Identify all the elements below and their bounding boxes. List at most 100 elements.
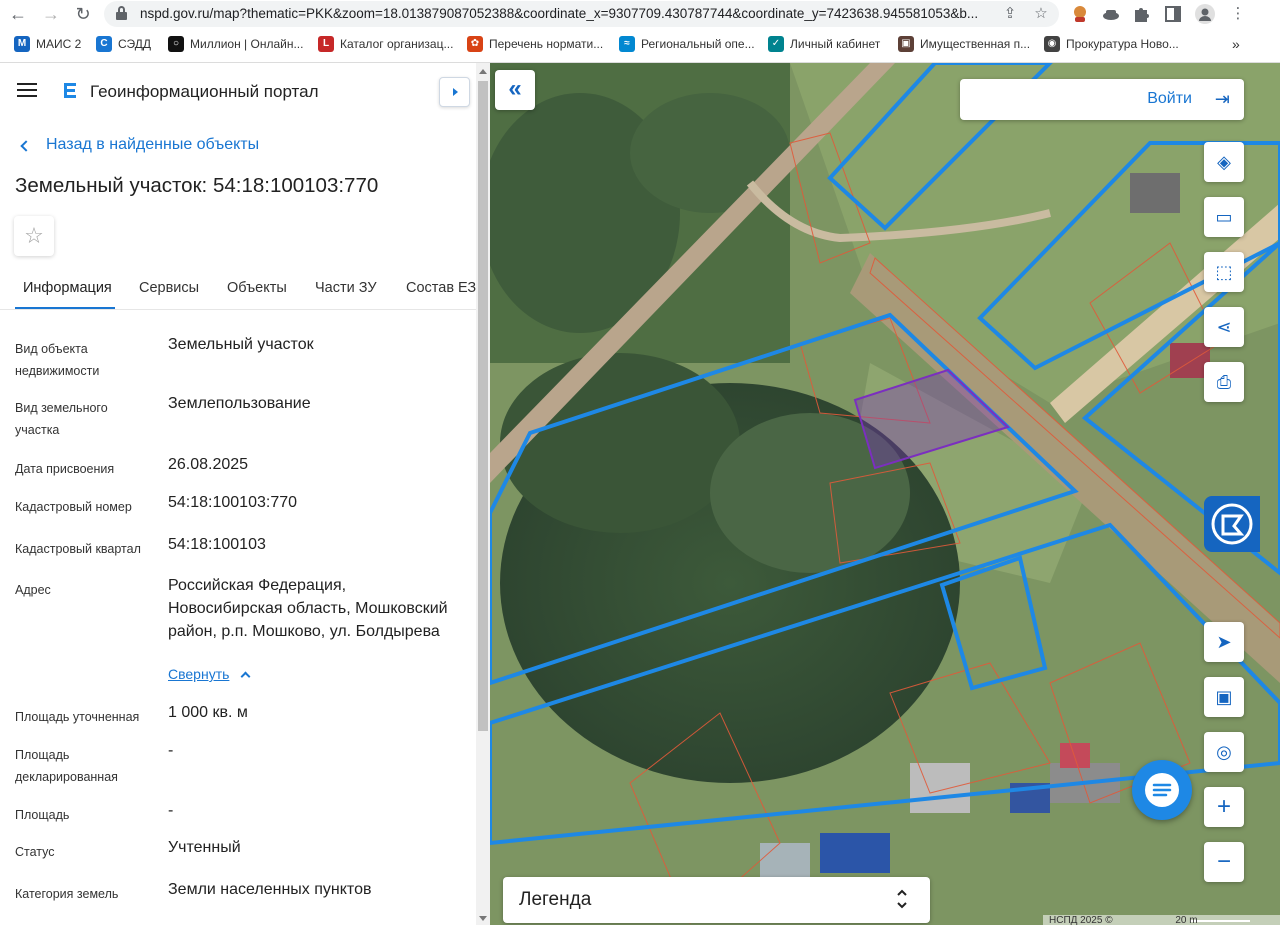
side-panel-icon[interactable] xyxy=(1163,4,1183,24)
property-value: Российская Федерация, Новосибирская обла… xyxy=(168,577,448,640)
scrollbar-thumb[interactable] xyxy=(478,81,488,731)
property-key: Кадастровый номер xyxy=(15,500,132,514)
active-tab-indicator xyxy=(15,307,115,309)
tab-objects[interactable]: Объекты xyxy=(227,280,287,296)
bookmark-favicon-icon: ◉ xyxy=(1044,36,1060,52)
info-tabs: Информация Сервисы Объекты Части ЗУ Сост… xyxy=(0,269,476,310)
address-bar[interactable]: nspd.gov.ru/map?thematic=PKK&zoom=18.013… xyxy=(104,1,1059,27)
browser-toolbar: ← → ↻ nspd.gov.ru/map?thematic=PKK&zoom=… xyxy=(0,0,1280,28)
collapse-panel-button[interactable]: « xyxy=(495,70,535,110)
reload-icon[interactable]: ↻ xyxy=(71,2,95,26)
info-panel: Геоинформационный портал Назад в найденн… xyxy=(0,63,490,925)
bookmark-star-icon[interactable]: ☆ xyxy=(1032,5,1050,23)
property-value: Учтенный xyxy=(168,839,241,856)
bookmark-favicon-icon: L xyxy=(318,36,334,52)
property-key: Статус xyxy=(15,845,55,859)
bookmark-item[interactable]: ▣ Имущественная п... xyxy=(898,33,1030,55)
property-value: Землепользование xyxy=(168,395,311,412)
chat-icon[interactable] xyxy=(1132,760,1192,820)
menu-hamburger-icon[interactable] xyxy=(17,83,37,97)
tab-composition[interactable]: Состав ЕЗП xyxy=(406,280,476,296)
bookmark-favicon-icon: М xyxy=(14,36,30,52)
tabs-scroll-right-button[interactable] xyxy=(439,77,470,107)
bookmarks-bar: М МАИС 2 С СЭДД ○ Миллион | Онлайн... L Ката… xyxy=(0,33,1280,57)
scroll-down-icon[interactable] xyxy=(479,916,487,921)
collapse-address-link[interactable]: Свернуть xyxy=(168,666,229,682)
bookmark-item[interactable]: ✓ Личный кабинет xyxy=(768,33,880,55)
property-value: - xyxy=(168,742,174,759)
geolocation-icon[interactable]: ◎ xyxy=(1204,732,1244,772)
bookmark-item[interactable]: ✿ Перечень нормати... xyxy=(467,33,603,55)
property-key: Адрес xyxy=(15,583,51,597)
bookmark-item[interactable]: ○ Миллион | Онлайн... xyxy=(168,33,303,55)
legend-label: Легенда xyxy=(519,889,592,910)
minimap-icon[interactable]: ▣ xyxy=(1204,677,1244,717)
property-key: Кадастровый квартал xyxy=(15,542,141,556)
share-icon[interactable]: ⋖ xyxy=(1204,307,1244,347)
locate-icon[interactable]: ➤ xyxy=(1204,622,1244,662)
bookmark-item[interactable]: ≈ Региональный опе... xyxy=(619,33,755,55)
map-view[interactable]: « Войти ⇥ ◈ ▭ ⬚ ⋖ ⎙ ➤ ▣ ◎ + − Легенда НС… xyxy=(490,63,1280,925)
portal-logo-icon xyxy=(60,80,80,100)
bookmark-favicon-icon: ✿ xyxy=(467,36,483,52)
property-key: Вид земельного участка xyxy=(15,401,108,437)
zoom-in-icon[interactable]: + xyxy=(1204,787,1244,827)
login-button[interactable]: Войти ⇥ xyxy=(960,79,1244,120)
property-value: 54:18:100103:770 xyxy=(168,494,298,511)
url-text[interactable]: nspd.gov.ru/map?thematic=PKK&zoom=18.013… xyxy=(140,6,1010,21)
login-icon: ⇥ xyxy=(1214,89,1230,109)
back-to-results-link[interactable]: Назад в найденные объекты xyxy=(20,136,259,154)
browser-chrome: ← → ↻ nspd.gov.ru/map?thematic=PKK&zoom=… xyxy=(0,0,1280,63)
portal-title: Геоинформационный портал xyxy=(90,82,319,101)
property-value: - xyxy=(168,802,174,819)
extension-avatar-icon[interactable] xyxy=(1070,4,1090,24)
extensions-puzzle-icon[interactable] xyxy=(1131,4,1151,24)
chevron-updown-icon xyxy=(897,889,907,909)
property-value: Земельный участок xyxy=(168,336,314,353)
chevron-up-icon[interactable] xyxy=(240,671,251,682)
forward-arrow-icon[interactable]: → xyxy=(39,2,63,26)
bookmark-favicon-icon: ≈ xyxy=(619,36,635,52)
extension-hat-icon[interactable] xyxy=(1101,4,1121,24)
profile-avatar-icon[interactable] xyxy=(1195,4,1215,24)
bookmark-favicon-icon: С xyxy=(96,36,112,52)
bookmark-favicon-icon: ○ xyxy=(168,36,184,52)
object-title: Земельный участок: 54:18:100103:770 xyxy=(15,174,379,197)
more-bookmarks-button[interactable]: » xyxy=(1232,33,1240,55)
property-value: 26.08.2025 xyxy=(168,456,249,473)
zoom-out-icon[interactable]: − xyxy=(1204,842,1244,882)
bookmark-item[interactable]: М МАИС 2 xyxy=(14,33,81,55)
property-key: Категория земель xyxy=(15,887,119,901)
tab-land-parts[interactable]: Части ЗУ xyxy=(315,280,377,296)
scale-label: 20 m xyxy=(1175,915,1198,925)
property-key: Вид объекта недвижимости xyxy=(15,342,100,378)
panel-scrollbar[interactable] xyxy=(476,63,490,925)
layers-icon[interactable]: ◈ xyxy=(1204,142,1244,182)
property-value: Земли населенных пунктов xyxy=(168,881,372,898)
favorite-star-icon[interactable]: ☆ xyxy=(14,216,54,256)
bookmark-item[interactable]: L Каталог организац... xyxy=(318,33,453,55)
property-key: Площадь декларированная xyxy=(15,748,118,784)
bookmark-favicon-icon: ✓ xyxy=(768,36,784,52)
bookmark-favicon-icon: ▣ xyxy=(898,36,914,52)
property-key: Дата присвоения xyxy=(15,462,115,476)
bookmark-item[interactable]: С СЭДД xyxy=(96,33,151,55)
tab-services[interactable]: Сервисы xyxy=(139,280,199,296)
chevron-left-icon xyxy=(20,139,32,152)
login-label: Войти xyxy=(1147,90,1192,107)
lock-icon xyxy=(116,6,127,20)
property-value: 54:18:100103 xyxy=(168,536,266,553)
share-page-icon[interactable]: ⇪ xyxy=(1001,5,1019,23)
property-key: Площадь xyxy=(15,808,70,822)
property-value: 1 000 кв. м xyxy=(168,704,248,721)
print-icon[interactable]: ⎙ xyxy=(1204,362,1244,402)
select-area-icon[interactable]: ⬚ xyxy=(1204,252,1244,292)
nspd-logo-icon[interactable] xyxy=(1204,496,1260,552)
scroll-up-icon[interactable] xyxy=(479,69,487,74)
back-arrow-icon[interactable]: ← xyxy=(6,2,30,26)
browser-menu-icon[interactable]: ⋮ xyxy=(1228,4,1248,24)
tab-information[interactable]: Информация xyxy=(23,280,112,296)
ruler-icon[interactable]: ▭ xyxy=(1204,197,1244,237)
legend-dropdown[interactable]: Легенда xyxy=(503,877,930,923)
bookmark-item[interactable]: ◉ Прокуратура Ново... xyxy=(1044,33,1179,55)
